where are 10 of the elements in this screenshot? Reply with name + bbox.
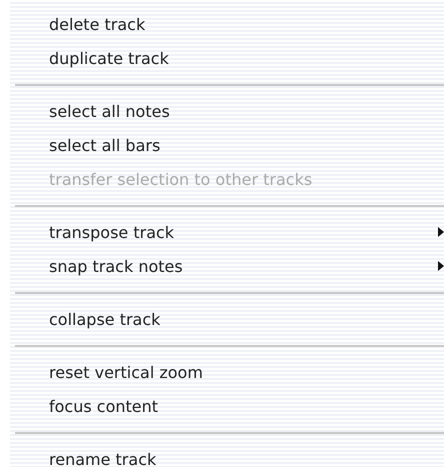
menu-item[interactable]: select all bars [49,136,160,154]
menu-item[interactable]: collapse track [49,310,160,328]
menu-item[interactable]: snap track notes [49,256,183,276]
menu-item[interactable]: focus content [49,396,158,416]
menu-item[interactable]: delete track [49,14,146,34]
menu-item[interactable]: reset vertical zoom [49,362,203,382]
menu-item[interactable]: duplicate track [49,48,169,68]
menu-item[interactable]: rename track [49,450,156,467]
menu-item[interactable]: transpose track [49,222,174,242]
menu-item[interactable]: select all notes [49,102,170,120]
